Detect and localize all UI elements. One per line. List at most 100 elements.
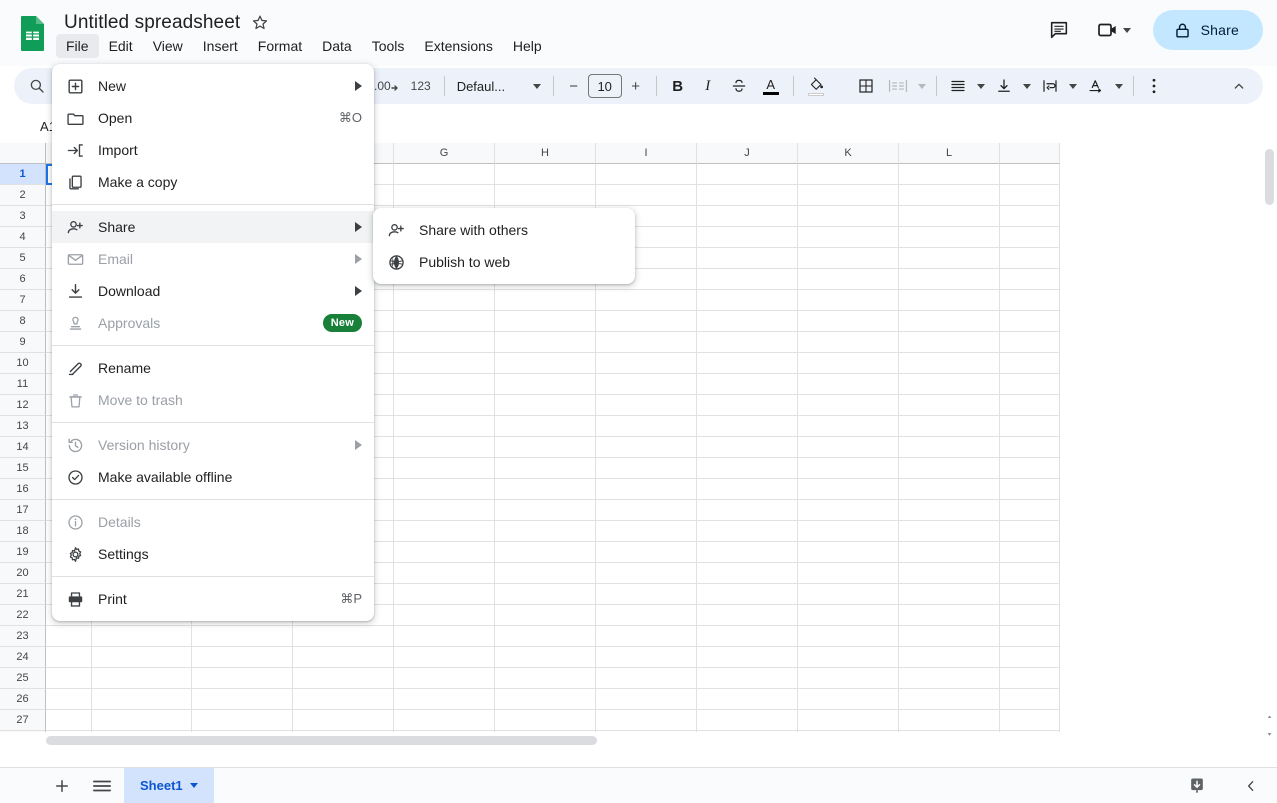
- grid-cell[interactable]: [394, 542, 495, 563]
- grid-cell[interactable]: [495, 710, 596, 731]
- chevron-down-icon[interactable]: [189, 783, 198, 788]
- grid-cell[interactable]: [798, 332, 899, 353]
- grid-cell[interactable]: [596, 710, 697, 731]
- grid-cell[interactable]: [899, 647, 1000, 668]
- grid-cell[interactable]: [394, 437, 495, 458]
- column-header-partial-end[interactable]: [1000, 143, 1060, 164]
- row-header-8[interactable]: 8: [0, 311, 46, 332]
- grid-cell[interactable]: [46, 626, 92, 647]
- row-header-23[interactable]: 23: [0, 626, 46, 647]
- column-header-i[interactable]: I: [596, 143, 697, 164]
- grid-cell[interactable]: [596, 500, 697, 521]
- grid-cell[interactable]: [394, 416, 495, 437]
- grid-cell[interactable]: [293, 626, 394, 647]
- grid-cell[interactable]: [697, 290, 798, 311]
- vertical-scrollbar-thumb[interactable]: [1265, 149, 1274, 205]
- grid-cell[interactable]: [798, 416, 899, 437]
- menu-item-download[interactable]: Download: [52, 275, 374, 307]
- column-header-g[interactable]: G: [394, 143, 495, 164]
- grid-cell[interactable]: [1000, 437, 1060, 458]
- grid-cell[interactable]: [899, 206, 1000, 227]
- grid-cell[interactable]: [899, 332, 1000, 353]
- grid-cell[interactable]: [596, 416, 697, 437]
- row-header-12[interactable]: 12: [0, 395, 46, 416]
- grid-cell[interactable]: [697, 647, 798, 668]
- grid-cell[interactable]: [394, 689, 495, 710]
- collapse-toolbar-button[interactable]: [1225, 72, 1253, 100]
- grid-cell[interactable]: [1000, 689, 1060, 710]
- grid-cell[interactable]: [899, 626, 1000, 647]
- grid-cell[interactable]: [1000, 479, 1060, 500]
- text-color-button[interactable]: A: [755, 72, 787, 100]
- grid-cell[interactable]: [495, 542, 596, 563]
- grid-cell[interactable]: [596, 521, 697, 542]
- grid-cell[interactable]: [697, 206, 798, 227]
- grid-cell[interactable]: [394, 479, 495, 500]
- grid-cell[interactable]: [495, 437, 596, 458]
- share-submenu-dropdown[interactable]: Share with others Publish to web: [373, 208, 635, 284]
- grid-cell[interactable]: [92, 710, 192, 731]
- grid-row[interactable]: [46, 668, 1060, 689]
- column-header-k[interactable]: K: [798, 143, 899, 164]
- grid-cell[interactable]: [1000, 584, 1060, 605]
- menu-item-make-available-offline[interactable]: Make available offline: [52, 461, 374, 493]
- grid-cell[interactable]: [394, 458, 495, 479]
- grid-cell[interactable]: [394, 290, 495, 311]
- grid-cell[interactable]: [596, 290, 697, 311]
- menu-tools[interactable]: Tools: [362, 34, 415, 58]
- grid-cell[interactable]: [596, 689, 697, 710]
- grid-cell[interactable]: [697, 353, 798, 374]
- grid-cell[interactable]: [1000, 605, 1060, 626]
- grid-cell[interactable]: [394, 563, 495, 584]
- grid-cell[interactable]: [1000, 668, 1060, 689]
- grid-cell[interactable]: [596, 605, 697, 626]
- grid-cell[interactable]: [1000, 374, 1060, 395]
- grid-cell[interactable]: [596, 563, 697, 584]
- grid-cell[interactable]: [46, 668, 92, 689]
- menu-item-import[interactable]: Import: [52, 134, 374, 166]
- grid-cell[interactable]: [495, 584, 596, 605]
- grid-cell[interactable]: [1000, 710, 1060, 731]
- grid-cell[interactable]: [1000, 626, 1060, 647]
- grid-cell[interactable]: [899, 710, 1000, 731]
- grid-cell[interactable]: [697, 479, 798, 500]
- horizontal-align-icon[interactable]: [943, 72, 973, 100]
- grid-cell[interactable]: [798, 479, 899, 500]
- grid-cell[interactable]: [495, 164, 596, 185]
- menu-data[interactable]: Data: [312, 34, 362, 58]
- merge-cells-icon[interactable]: [882, 72, 914, 100]
- menu-view[interactable]: View: [143, 34, 193, 58]
- row-header-7[interactable]: 7: [0, 290, 46, 311]
- grid-cell[interactable]: [798, 374, 899, 395]
- grid-cell[interactable]: [596, 395, 697, 416]
- font-family-selector[interactable]: Defaul...: [451, 72, 547, 100]
- menu-help[interactable]: Help: [503, 34, 552, 58]
- grid-cell[interactable]: [697, 542, 798, 563]
- submenu-item-share-with-others[interactable]: Share with others: [373, 214, 635, 246]
- grid-cell[interactable]: [798, 500, 899, 521]
- grid-cell[interactable]: [899, 395, 1000, 416]
- grid-cell[interactable]: [899, 311, 1000, 332]
- font-size-input[interactable]: 10: [587, 74, 622, 98]
- row-header-19[interactable]: 19: [0, 542, 46, 563]
- grid-cell[interactable]: [697, 689, 798, 710]
- comment-history-icon[interactable]: [1039, 10, 1079, 50]
- row-header-20[interactable]: 20: [0, 563, 46, 584]
- grid-cell[interactable]: [495, 185, 596, 206]
- grid-cell[interactable]: [1000, 395, 1060, 416]
- row-header-27[interactable]: 27: [0, 710, 46, 731]
- grid-cell[interactable]: [394, 500, 495, 521]
- vertical-scrollbar[interactable]: [1261, 143, 1277, 748]
- search-icon[interactable]: [20, 72, 54, 100]
- row-header-21[interactable]: 21: [0, 584, 46, 605]
- row-header-1[interactable]: 1: [0, 164, 46, 185]
- grid-cell[interactable]: [394, 584, 495, 605]
- grid-cell[interactable]: [697, 164, 798, 185]
- row-header-3[interactable]: 3: [0, 206, 46, 227]
- grid-cell[interactable]: [1000, 647, 1060, 668]
- row-header-9[interactable]: 9: [0, 332, 46, 353]
- grid-cell[interactable]: [798, 185, 899, 206]
- row-header-22[interactable]: 22: [0, 605, 46, 626]
- grid-cell[interactable]: [1000, 164, 1060, 185]
- menu-extensions[interactable]: Extensions: [414, 34, 502, 58]
